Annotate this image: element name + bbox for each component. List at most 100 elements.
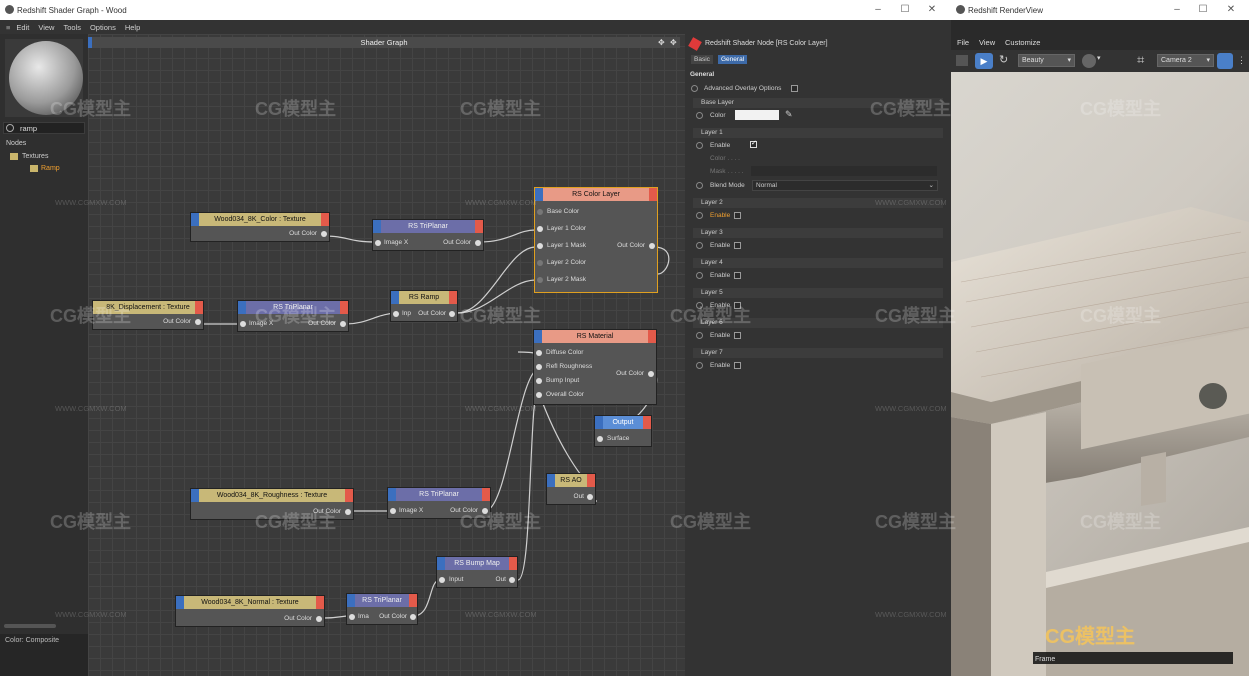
port-out-dot[interactable] <box>648 371 654 377</box>
node-triplanar-1[interactable]: RS TriPlanar Image X Out Color <box>372 219 484 251</box>
port-in-dot[interactable] <box>537 209 543 215</box>
port-in-dot[interactable] <box>240 321 246 327</box>
port-out-dot[interactable] <box>587 494 593 500</box>
render-menu-customize[interactable]: Customize <box>1005 38 1040 47</box>
port-in-dot[interactable] <box>537 277 543 283</box>
port-in-dot[interactable] <box>537 226 543 232</box>
layer4-enable-checkbox[interactable] <box>734 272 741 279</box>
clapper-icon[interactable] <box>956 55 968 66</box>
layer1-enable-checkbox[interactable]: ✓ <box>750 140 757 148</box>
port-out-dot[interactable] <box>340 321 346 327</box>
layer6-enable-checkbox[interactable] <box>734 332 741 339</box>
layer5-header[interactable]: Layer 5 <box>693 288 943 298</box>
layer7-header[interactable]: Layer 7 <box>693 348 943 358</box>
node-ao[interactable]: RS AO Out <box>546 473 596 505</box>
watermark-logo: CG模型主 <box>1080 306 1161 326</box>
layer2-enable-checkbox[interactable] <box>734 212 741 219</box>
lock-icon[interactable] <box>1217 53 1233 69</box>
node-bump-map[interactable]: RS Bump Map Input Out <box>436 556 518 588</box>
menu-edit[interactable]: Edit <box>16 23 29 32</box>
radio-advanced[interactable] <box>691 85 698 92</box>
node-color-texture[interactable]: Wood034_8K_Color : Texture Out Color <box>190 212 330 242</box>
render-menu-file[interactable]: File <box>957 38 969 47</box>
port-image-x: Image X <box>384 239 409 246</box>
port-in-dot[interactable] <box>536 350 542 356</box>
port-out-dot[interactable] <box>410 614 416 620</box>
port-in-dot[interactable] <box>536 392 542 398</box>
port-in-dot[interactable] <box>439 577 445 583</box>
minimize-button[interactable]: – <box>868 3 888 17</box>
port-in-dot[interactable] <box>536 378 542 384</box>
node-normal-texture[interactable]: Wood034_8K_Normal : Texture Out Color <box>175 595 325 627</box>
layer7-enable-checkbox[interactable] <box>734 362 741 369</box>
crop-icon[interactable]: ⌗ <box>1137 52 1144 68</box>
port-out-dot[interactable] <box>195 319 201 325</box>
port-out-dot[interactable] <box>321 231 327 237</box>
menu-options[interactable]: Options <box>90 23 116 32</box>
layer1-header[interactable]: Layer 1 <box>693 128 943 138</box>
chevron-down-icon[interactable]: ▾ <box>1097 54 1101 62</box>
port-in-dot[interactable] <box>393 311 399 317</box>
render-minimize-button[interactable]: – <box>1167 3 1187 17</box>
node-search-input[interactable]: ramp <box>3 122 85 134</box>
port-in-dot[interactable] <box>375 240 381 246</box>
port-in-dot[interactable] <box>537 243 543 249</box>
port-layer2-mask: Layer 2 Mask <box>547 276 587 283</box>
node-color-layer[interactable]: RS Color Layer Base Color Layer 1 Color … <box>534 187 658 293</box>
hdr-icon[interactable] <box>1082 54 1096 68</box>
port-out-dot[interactable] <box>316 616 322 622</box>
node-graph-canvas[interactable]: Shader Graph ✥ ✥ Wood034_8K_Color: Text… <box>88 34 685 676</box>
close-button[interactable]: ✕ <box>922 3 942 17</box>
play-icon[interactable]: ▶ <box>975 53 993 69</box>
layer3-enable-checkbox[interactable] <box>734 242 741 249</box>
more-icon[interactable]: ⋮ <box>1237 55 1246 66</box>
tree-ramp[interactable]: Ramp <box>41 165 60 172</box>
radio-layer6-enable[interactable] <box>696 332 703 339</box>
aov-select[interactable]: Beauty ▾ <box>1018 54 1075 67</box>
menu-help[interactable]: Help <box>125 23 140 32</box>
port-layer1-mask: Layer 1 Mask <box>547 242 587 249</box>
layer3-header[interactable]: Layer 3 <box>693 228 943 238</box>
refresh-icon[interactable]: ↻ <box>999 53 1008 66</box>
radio-blend-mode[interactable] <box>696 182 703 189</box>
radio-base-color[interactable] <box>696 112 703 119</box>
radio-layer2-enable[interactable] <box>696 212 703 219</box>
node-material[interactable]: RS Material Diffuse Color Refl Roughness… <box>533 329 657 405</box>
tree-textures[interactable]: Textures <box>22 153 48 160</box>
node-triplanar-4[interactable]: RS TriPlanar Ima Out Color <box>346 593 418 625</box>
eyedropper-icon[interactable]: ✎ <box>785 109 793 120</box>
render-close-button[interactable]: ✕ <box>1221 3 1241 17</box>
render-viewport[interactable]: Frame <box>951 72 1249 676</box>
node-ramp[interactable]: RS Ramp Inp Out Color <box>390 290 458 322</box>
port-out-dot[interactable] <box>475 240 481 246</box>
port-out-dot[interactable] <box>345 509 351 515</box>
port-in-dot[interactable] <box>349 614 355 620</box>
layer1-mask-field[interactable] <box>751 166 937 176</box>
radio-layer1-enable[interactable] <box>696 142 703 149</box>
maximize-button[interactable]: ☐ <box>895 3 915 17</box>
port-in-dot[interactable] <box>597 436 603 442</box>
radio-layer3-enable[interactable] <box>696 242 703 249</box>
base-color-swatch[interactable] <box>735 110 779 120</box>
tab-basic[interactable]: Basic <box>691 55 713 64</box>
render-maximize-button[interactable]: ☐ <box>1193 3 1213 17</box>
tab-general[interactable]: General <box>718 55 748 64</box>
radio-layer4-enable[interactable] <box>696 272 703 279</box>
port-in-dot[interactable] <box>537 260 543 266</box>
node-output[interactable]: Output Surface <box>594 415 652 447</box>
advanced-overlay-checkbox[interactable] <box>791 85 798 92</box>
menu-tools[interactable]: Tools <box>63 23 81 32</box>
blend-mode-select[interactable]: Normal ⌄ <box>752 180 938 191</box>
menu-hamburger-icon[interactable]: ≡ <box>6 23 10 32</box>
radio-layer7-enable[interactable] <box>696 362 703 369</box>
render-menu-view[interactable]: View <box>979 38 995 47</box>
camera-select[interactable]: Camera 2 ▾ <box>1157 54 1214 67</box>
port-out-dot[interactable] <box>449 311 455 317</box>
port-out-dot[interactable] <box>509 577 515 583</box>
port-in-dot[interactable] <box>536 364 542 370</box>
port-in-dot[interactable] <box>390 508 396 514</box>
left-scrollbar[interactable] <box>4 624 56 628</box>
layer4-header[interactable]: Layer 4 <box>693 258 943 268</box>
port-out-dot[interactable] <box>649 243 655 249</box>
menu-view[interactable]: View <box>38 23 54 32</box>
